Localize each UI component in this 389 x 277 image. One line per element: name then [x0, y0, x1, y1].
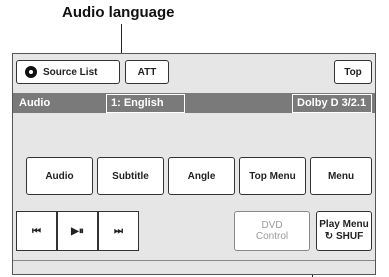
- bottom-divider: [13, 260, 375, 261]
- subtitle-button[interactable]: Subtitle: [97, 157, 164, 195]
- audio-format-value: Dolby D 3/2.1: [292, 94, 372, 113]
- source-list-label: Source List: [43, 66, 98, 78]
- menu-button[interactable]: Menu: [310, 157, 372, 195]
- dvd-control-line2: Control: [255, 231, 289, 242]
- source-icon: [25, 66, 37, 78]
- previous-track-icon[interactable]: ⏮: [16, 211, 57, 251]
- top-button[interactable]: Top: [334, 60, 372, 84]
- dvd-control-button[interactable]: DVD Control: [234, 211, 310, 251]
- next-track-icon[interactable]: ⏭: [98, 211, 139, 251]
- shuffle-label: ↻ SHUF: [324, 231, 364, 242]
- angle-button[interactable]: Angle: [168, 157, 235, 195]
- source-list-button[interactable]: Source List: [16, 60, 120, 84]
- play-menu-button[interactable]: Play Menu ↻ SHUF: [316, 211, 372, 251]
- play-pause-icon[interactable]: ▶⏸: [57, 211, 98, 251]
- audio-button[interactable]: Audio: [26, 157, 93, 195]
- audio-label: Audio: [19, 97, 51, 109]
- play-menu-line1: Play Menu: [319, 219, 369, 230]
- top-menu-button[interactable]: Top Menu: [239, 157, 306, 195]
- audio-language-value: 1: English: [106, 94, 185, 113]
- info-bar: Audio 1: English Dolby D 3/2.1: [13, 93, 375, 113]
- transport-controls: ⏮ ▶⏸ ⏭: [16, 211, 139, 251]
- callout-audio-language: Audio language: [62, 4, 175, 21]
- dvd-screen: Source List ATT Top Audio 1: English Dol…: [12, 53, 376, 275]
- att-button[interactable]: ATT: [125, 60, 169, 84]
- dvd-control-line1: DVD: [261, 220, 283, 231]
